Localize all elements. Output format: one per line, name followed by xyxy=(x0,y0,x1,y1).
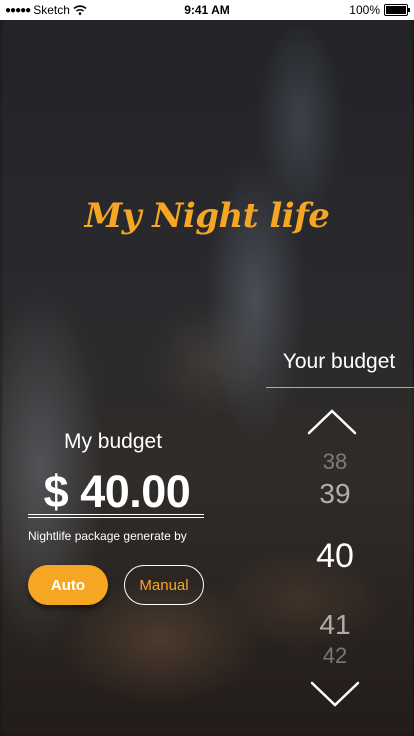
auto-button[interactable]: Auto xyxy=(28,565,108,605)
chevron-down-icon[interactable] xyxy=(310,679,360,709)
budget-picker-header: Your budget xyxy=(282,350,396,373)
package-caption: Nightlife package generate by xyxy=(28,529,187,543)
budget-amount: $ 40.00 xyxy=(43,466,191,517)
my-budget-label: My budget xyxy=(63,430,163,453)
budget-option-41[interactable]: 41 xyxy=(296,609,374,641)
battery-percent: 100% xyxy=(349,3,380,17)
budget-option-selected[interactable]: 40 xyxy=(296,537,374,576)
amount-underline-second xyxy=(28,517,204,518)
chevron-up-icon[interactable] xyxy=(307,407,357,437)
budget-option-39[interactable]: 39 xyxy=(296,478,374,510)
budget-option-38[interactable]: 38 xyxy=(296,449,374,475)
manual-button[interactable]: Manual xyxy=(124,565,204,605)
status-bar-right: 100% xyxy=(349,3,410,17)
app-title: My Night life xyxy=(84,196,330,236)
amount-underline xyxy=(28,514,204,515)
status-bar: ●●●●● Sketch 9:41 AM 100% xyxy=(0,0,414,20)
budget-picker-divider xyxy=(266,387,414,388)
battery-icon xyxy=(384,4,410,16)
budget-option-42[interactable]: 42 xyxy=(296,643,374,669)
